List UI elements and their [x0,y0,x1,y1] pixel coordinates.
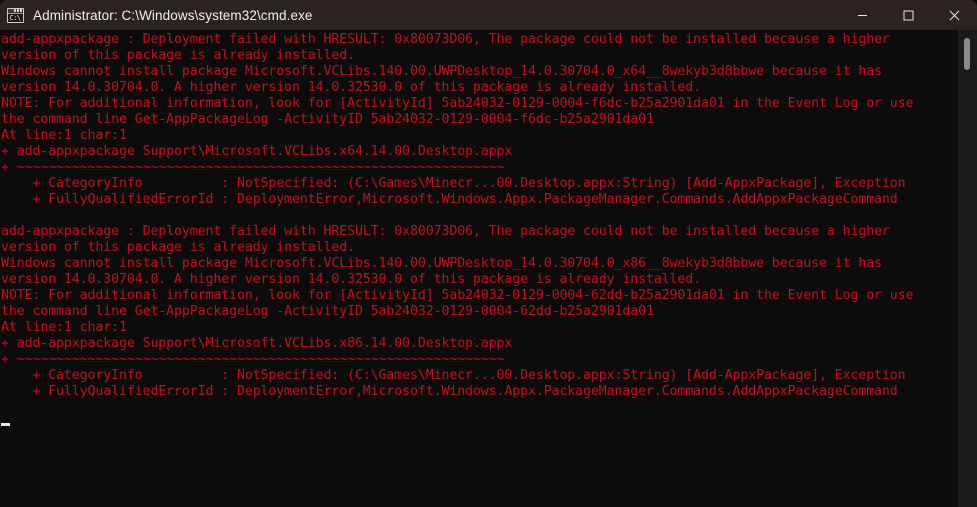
console-line: NOTE: For additional information, look f… [1,96,914,111]
console-line: + FullyQualifiedErrorId : DeploymentErro… [1,192,898,207]
console-line: the command line Get-AppPackageLog -Acti… [1,112,654,127]
console-output[interactable]: add-appxpackage : Deployment failed with… [0,30,958,507]
title-bar-left: C:\ Administrator: C:\Windows\system32\c… [0,0,839,30]
console-line: add-appxpackage : Deployment failed with… [1,32,890,47]
console-line: version of this package is already insta… [1,48,355,63]
console-window: C:\ Administrator: C:\Windows\system32\c… [0,0,977,507]
window-title: Administrator: C:\Windows\system32\cmd.e… [33,7,313,23]
minimize-button[interactable] [839,0,885,30]
text-cursor [1,423,10,426]
console-line: Windows cannot install package Microsoft… [1,256,882,271]
console-line: add-appxpackage : Deployment failed with… [1,224,890,239]
console-line: NOTE: For additional information, look f… [1,288,914,303]
cmd-icon: C:\ [7,7,24,23]
console-line: + FullyQualifiedErrorId : DeploymentErro… [1,384,898,399]
title-bar[interactable]: C:\ Administrator: C:\Windows\system32\c… [0,0,977,30]
console-line: version 14.0.30704.0. A higher version 1… [1,272,702,287]
console-line: + ~~~~~~~~~~~~~~~~~~~~~~~~~~~~~~~~~~~~~~… [1,160,505,175]
vertical-scrollbar[interactable] [958,30,977,507]
console-line: + CategoryInfo : NotSpecified: (C:\Games… [1,368,906,383]
console-line: At line:1 char:1 [1,128,127,143]
console-line: Windows cannot install package Microsoft… [1,64,882,79]
console-area[interactable]: add-appxpackage : Deployment failed with… [0,30,977,507]
window-controls [839,0,977,30]
console-line: + CategoryInfo : NotSpecified: (C:\Games… [1,176,906,191]
close-button[interactable] [931,0,977,30]
console-line: version 14.0.30704.0. A higher version 1… [1,80,702,95]
console-line: + add-appxpackage Support\Microsoft.VCLi… [1,336,513,351]
console-line: + add-appxpackage Support\Microsoft.VCLi… [1,144,513,159]
scrollbar-thumb[interactable] [964,38,970,70]
cmd-icon-buttons [14,9,22,12]
maximize-button[interactable] [885,0,931,30]
console-line [1,416,958,432]
console-line: the command line Get-AppPackageLog -Acti… [1,304,654,319]
console-line: + ~~~~~~~~~~~~~~~~~~~~~~~~~~~~~~~~~~~~~~… [1,352,505,367]
console-line: version of this package is already insta… [1,240,355,255]
cmd-icon-prompt: C:\ [9,13,22,22]
console-line: At line:1 char:1 [1,320,127,335]
